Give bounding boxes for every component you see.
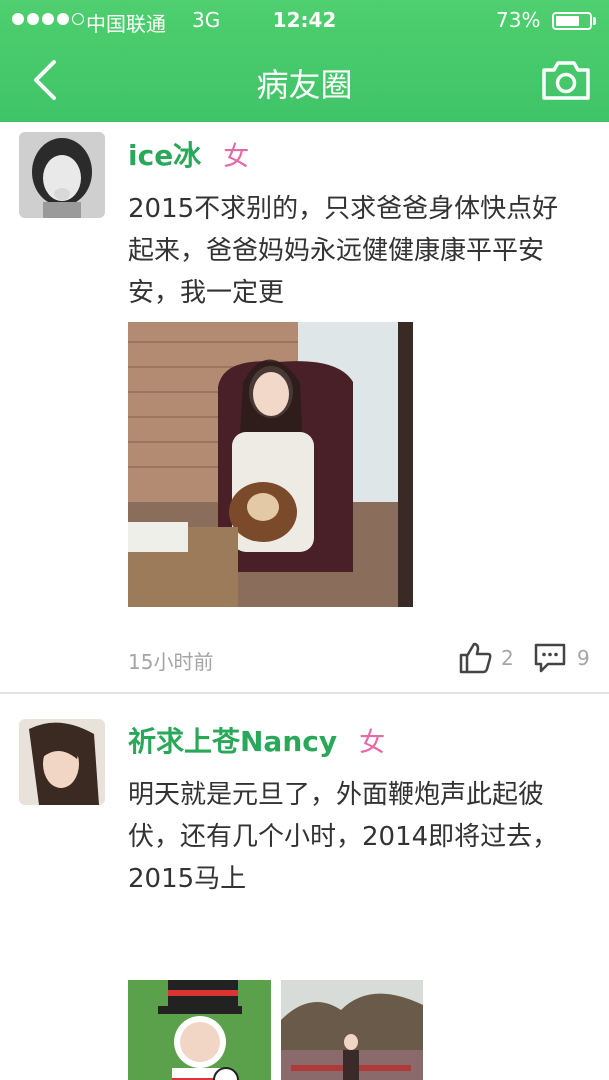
battery-level bbox=[556, 16, 579, 26]
post-text: 2015不求别的，只求爸爸身体快点好起来，爸爸妈妈永远健健康康平平安安，我一定更 bbox=[128, 194, 559, 308]
like-count: 2 bbox=[501, 646, 514, 670]
comment-icon bbox=[534, 643, 566, 673]
page-title: 病友圈 bbox=[256, 66, 353, 104]
post-photo[interactable] bbox=[128, 980, 271, 1080]
battery-icon bbox=[552, 12, 592, 30]
post-photo[interactable] bbox=[281, 980, 423, 1080]
battery-tip bbox=[593, 17, 596, 25]
battery-percent: 73% bbox=[496, 8, 541, 32]
comment-button[interactable]: 9 bbox=[533, 642, 590, 674]
camera-icon bbox=[542, 61, 590, 100]
post-text: 明天就是元旦了，外面鞭炮声此起彼伏，还有几个小时，2014即将过去，2015马上 bbox=[128, 780, 559, 894]
post-card: ice冰 女 2015不求别的，只求爸爸身体快点好起来，爸爸妈妈永远健健康康平平… bbox=[0, 122, 609, 692]
feed: ice冰 女 2015不求别的，只求爸爸身体快点好起来，爸爸妈妈永远健健康康平平… bbox=[0, 122, 609, 1080]
comment-count: 9 bbox=[577, 646, 590, 670]
post-time: 15小时前 bbox=[128, 650, 214, 674]
username-row: ice冰 女 bbox=[128, 134, 249, 174]
avatar[interactable] bbox=[19, 132, 105, 218]
username[interactable]: 祈求上苍Nancy bbox=[128, 720, 337, 760]
post-photo[interactable] bbox=[128, 322, 413, 607]
thumbs-up-icon bbox=[459, 642, 492, 674]
gender-label: 女 bbox=[359, 728, 386, 758]
nav-bar: 病友圈 bbox=[0, 40, 609, 122]
username[interactable]: ice冰 bbox=[128, 134, 201, 174]
like-button[interactable]: 2 bbox=[459, 642, 514, 674]
post-card: 祈求上苍Nancy 女 明天就是元旦了，外面鞭炮声此起彼伏，还有几个小时，201… bbox=[0, 694, 609, 1080]
camera-button[interactable] bbox=[538, 54, 594, 106]
gender-label: 女 bbox=[223, 142, 250, 172]
status-bar: 中国联通 3G 12:42 73% bbox=[0, 0, 609, 40]
username-row: 祈求上苍Nancy 女 bbox=[128, 720, 385, 760]
avatar[interactable] bbox=[19, 719, 105, 805]
app-header: 中国联通 3G 12:42 73% 病友圈 bbox=[0, 0, 609, 122]
